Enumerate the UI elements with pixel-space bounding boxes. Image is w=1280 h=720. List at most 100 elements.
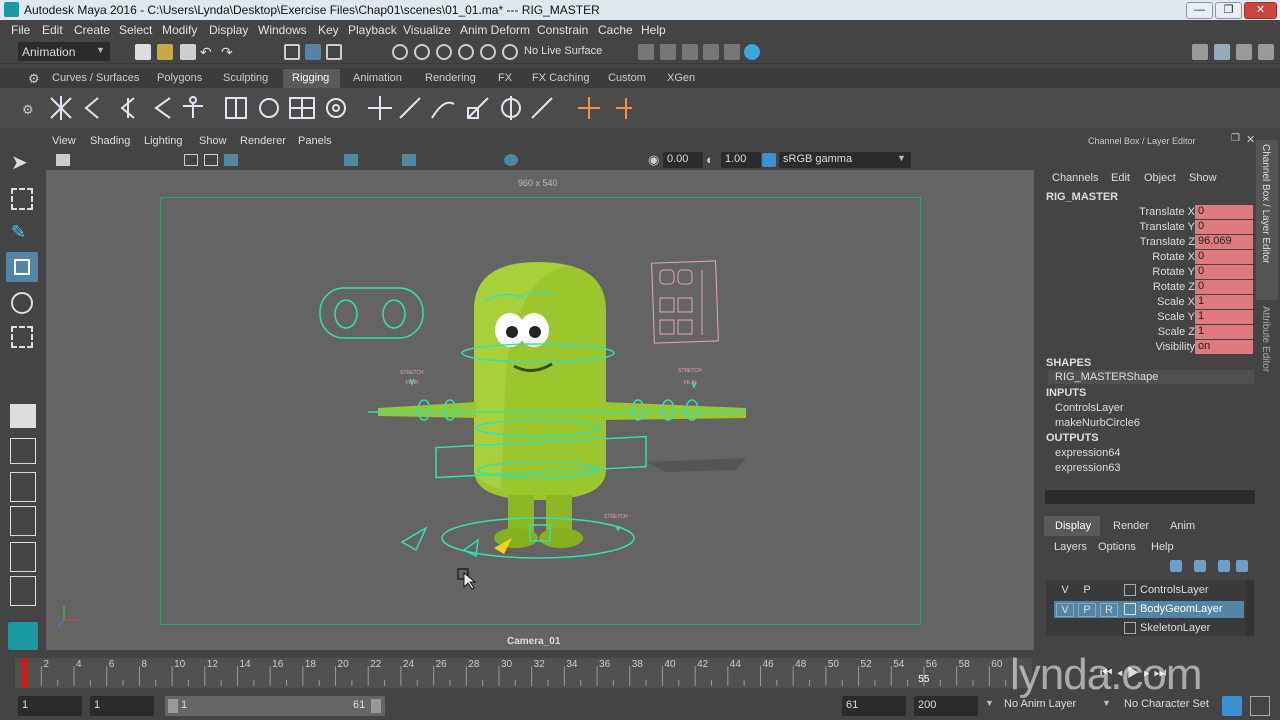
scene-start-field[interactable]: 1 (18, 696, 82, 716)
menu-constrain[interactable]: Constrain (537, 23, 588, 37)
shelf-tab-rendering[interactable]: Rendering (425, 72, 476, 84)
scale-tool-icon[interactable] (11, 326, 33, 348)
channel-box-toggle-icon[interactable] (1236, 44, 1252, 60)
layer-name[interactable]: BodyGeomLayer (1140, 603, 1223, 615)
shelf-tab-fx-caching[interactable]: FX Caching (532, 72, 589, 84)
channel-row[interactable]: Scale X1 (1040, 295, 1255, 310)
camera-select-icon[interactable] (56, 154, 70, 166)
channel-row[interactable]: Scale Z1 (1040, 325, 1255, 340)
channel-value[interactable]: on (1195, 340, 1253, 354)
anim-layer-menu-icon[interactable]: ▼ (985, 698, 994, 708)
ipr-render-icon[interactable] (703, 44, 719, 60)
gamma-icon[interactable]: ◐ (706, 152, 714, 167)
hypershade-layout-icon[interactable] (10, 542, 36, 572)
channel-value[interactable]: 0 (1195, 205, 1253, 219)
move-tool-button[interactable] (6, 252, 38, 282)
channel-row[interactable]: Rotate Y0 (1040, 265, 1255, 280)
channel-value[interactable]: 1 (1195, 295, 1253, 309)
vp-menu-renderer[interactable]: Renderer (240, 135, 286, 147)
channel-value[interactable]: 0 (1195, 265, 1253, 279)
new-scene-icon[interactable] (135, 44, 151, 60)
gamma-field[interactable]: 1.00 (721, 152, 761, 168)
vp-menu-view[interactable]: View (52, 135, 76, 147)
preferences-icon[interactable] (1250, 696, 1270, 716)
input-item[interactable]: ControlsLayer (1055, 402, 1123, 414)
menu-anim-deform[interactable]: Anim Deform (460, 23, 530, 37)
layer-scrollbar[interactable] (1246, 580, 1254, 636)
output-item[interactable]: expression64 (1055, 447, 1120, 459)
channel-row[interactable]: Translate X0 (1040, 205, 1255, 220)
shelf-gear-icon[interactable]: ⚙ (22, 102, 34, 118)
side-tab-attribute-editor[interactable]: Attribute Editor (1256, 302, 1278, 422)
layer-row-controls[interactable]: V P ControlsLayer (1054, 582, 1244, 599)
layer-visibility-toggle[interactable]: V (1056, 603, 1074, 617)
range-slider[interactable]: 1 61 (165, 696, 385, 716)
playback-start-field[interactable]: 1 (90, 696, 154, 716)
menu-cache[interactable]: Cache (598, 23, 633, 37)
make-live-icon[interactable] (502, 44, 518, 60)
menu-visualize[interactable]: Visualize (403, 23, 451, 37)
redo-icon[interactable]: ↷ (221, 44, 237, 60)
snap-view-icon[interactable] (458, 44, 474, 60)
modeling-toolkit-icon[interactable] (1214, 44, 1230, 60)
hypershade-icon[interactable] (744, 44, 760, 60)
minimize-button[interactable]: — (1186, 2, 1213, 19)
channel-value[interactable]: 1 (1195, 310, 1253, 324)
shelf-tab-animation[interactable]: Animation (353, 72, 402, 84)
cb-menu-channels[interactable]: Channels (1052, 172, 1098, 184)
side-tab-channel-box[interactable]: Channel Box / Layer Editor (1256, 140, 1278, 300)
layer-visibility-toggle[interactable]: V (1056, 584, 1074, 596)
select-tool-icon[interactable]: ➤ (11, 150, 33, 174)
open-scene-icon[interactable] (157, 44, 173, 60)
select-hierarchy-icon[interactable] (284, 44, 300, 60)
range-start-handle[interactable] (168, 699, 178, 713)
shelf-tab-polygons[interactable]: Polygons (157, 72, 202, 84)
single-perspective-icon[interactable] (10, 404, 36, 428)
select-object-icon[interactable] (305, 44, 321, 60)
move-layer-down-icon[interactable] (1194, 560, 1206, 572)
layer-color-swatch[interactable] (1124, 603, 1136, 615)
construction-history-icon[interactable] (660, 44, 676, 60)
restore-button[interactable]: ❐ (1215, 2, 1242, 19)
tool-settings-icon[interactable] (1258, 44, 1274, 60)
layer-tab-display[interactable]: Display (1055, 520, 1091, 532)
persp-outliner-icon[interactable] (10, 472, 36, 502)
undo-icon[interactable]: ↶ (200, 44, 216, 60)
input-history-icon[interactable] (638, 44, 654, 60)
layer-playback-toggle[interactable]: P (1078, 603, 1096, 617)
exposure-icon[interactable]: ◉ (648, 152, 659, 168)
channel-row[interactable]: Scale Y1 (1040, 310, 1255, 325)
film-gate-icon[interactable] (204, 154, 218, 166)
channel-value[interactable]: 96.069 (1195, 235, 1253, 249)
new-layer-selected-icon[interactable] (1236, 560, 1248, 572)
vp-menu-lighting[interactable]: Lighting (144, 135, 183, 147)
shape-item[interactable]: RIG_MASTERShape (1055, 371, 1158, 383)
menu-edit[interactable]: Edit (42, 23, 63, 37)
layer-row-bodygeom[interactable]: V P R BodyGeomLayer (1054, 601, 1244, 618)
layer-tab-render[interactable]: Render (1113, 520, 1149, 532)
shelf-tab-xgen[interactable]: XGen (667, 72, 695, 84)
vp-menu-panels[interactable]: Panels (298, 135, 332, 147)
layer-menu-options[interactable]: Options (1098, 541, 1136, 553)
menu-modify[interactable]: Modify (162, 23, 197, 37)
menu-key[interactable]: Key (318, 23, 339, 37)
lasso-tool-icon[interactable] (11, 188, 33, 210)
rotate-tool-icon[interactable] (11, 292, 33, 314)
cb-menu-object[interactable]: Object (1144, 172, 1176, 184)
menu-file[interactable]: File (11, 23, 30, 37)
channel-row[interactable]: Visibility on (1040, 340, 1255, 355)
render-settings-icon[interactable] (724, 44, 740, 60)
layer-name[interactable]: ControlsLayer (1140, 584, 1208, 596)
gear-icon[interactable]: ⚙ (28, 71, 40, 87)
close-panel-icon[interactable]: ✕ (1246, 133, 1255, 146)
layout-icon[interactable] (1192, 44, 1208, 60)
textured-icon[interactable] (402, 154, 416, 166)
vp-menu-show[interactable]: Show (199, 135, 227, 147)
persp-graph-icon[interactable] (10, 506, 36, 536)
close-button[interactable]: ✕ (1244, 2, 1277, 19)
playback-end-field[interactable]: 61 (842, 696, 906, 716)
layer-color-swatch[interactable] (1124, 584, 1136, 596)
cb-menu-edit[interactable]: Edit (1111, 172, 1130, 184)
auto-key-icon[interactable] (1222, 696, 1242, 716)
snap-point-icon[interactable] (436, 44, 452, 60)
